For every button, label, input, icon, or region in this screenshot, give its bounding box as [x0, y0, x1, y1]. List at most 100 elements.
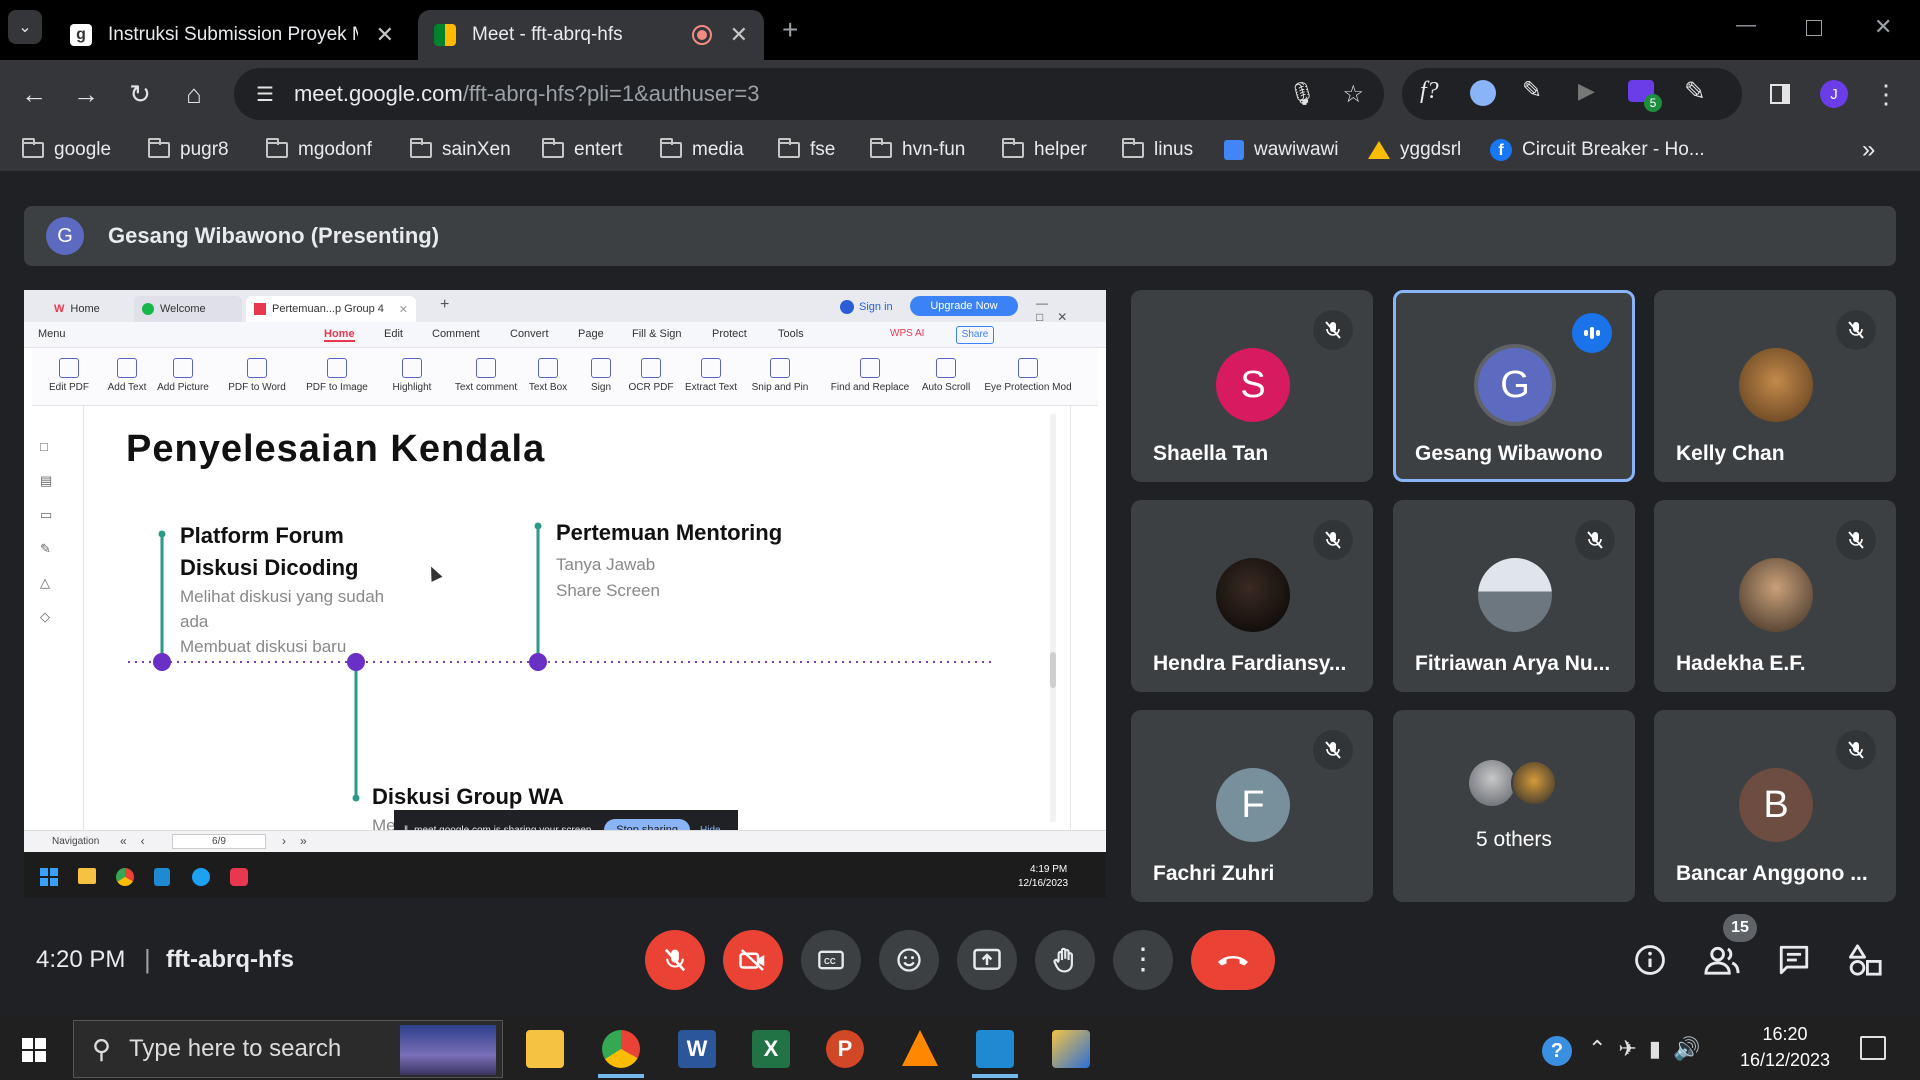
participant-tile[interactable]: Hadekha E.F. — [1654, 500, 1896, 692]
bookmark-linus[interactable]: linus — [1122, 136, 1193, 164]
profile-avatar[interactable]: J — [1820, 80, 1848, 108]
folder-icon — [870, 138, 892, 158]
close-window-icon[interactable]: ✕ — [1874, 14, 1892, 40]
activities-icon — [1849, 944, 1882, 976]
bookmark-yggdsrl[interactable]: yggdsrl — [1368, 136, 1461, 164]
star-icon[interactable]: ☆ — [1342, 80, 1364, 109]
play-extension-icon[interactable]: ▶ — [1578, 78, 1595, 104]
side-panel-icon[interactable] — [1760, 74, 1800, 114]
participant-tile[interactable]: Fitriawan Arya Nu... — [1393, 500, 1635, 692]
participant-name: Hendra Fardiansy... — [1153, 652, 1347, 675]
recording-icon — [691, 25, 712, 45]
tab-search-button[interactable]: ⌄ — [8, 10, 42, 44]
participant-tile[interactable]: S Shaella Tan — [1131, 290, 1373, 482]
folder-icon — [22, 138, 44, 158]
bookmark-sainxen[interactable]: sainXen — [410, 136, 511, 164]
bookmark-hvn-fun[interactable]: hvn-fun — [870, 136, 965, 164]
bookmark-pugr8[interactable]: pugr8 — [148, 136, 229, 164]
pen-extension-icon[interactable]: ✎ — [1522, 76, 1542, 105]
participant-tile[interactable]: B Bancar Anggono ... — [1654, 710, 1896, 902]
inner-status-bar: Navigation «‹ 6/9 ›» — [24, 830, 1106, 852]
more-options-button[interactable]: ⋮ — [1113, 930, 1173, 990]
vlc-icon[interactable] — [902, 1030, 938, 1066]
windows-start-icon[interactable] — [22, 1038, 46, 1062]
participant-avatar: F — [1216, 768, 1290, 842]
inner-vscode-icon — [154, 868, 170, 886]
meeting-clock: 4:20 PM — [36, 946, 126, 973]
present-button[interactable] — [957, 930, 1017, 990]
others-tile[interactable]: 5 others — [1393, 710, 1635, 902]
help-icon[interactable]: ? — [1542, 1036, 1572, 1066]
raise-hand-button[interactable] — [1035, 930, 1095, 990]
address-bar[interactable]: ☰ meet.google.com/fft-abrq-hfs?pli=1&aut… — [234, 68, 1384, 120]
participant-tile-speaking[interactable]: G Gesang Wibawono — [1393, 290, 1635, 482]
search-icon: ⚲ — [92, 1033, 112, 1064]
reload-icon[interactable]: ↻ — [120, 74, 160, 114]
vscode-icon[interactable] — [976, 1030, 1014, 1068]
close-tab-icon[interactable]: ✕ — [730, 22, 748, 48]
close-tab-icon[interactable]: ✕ — [376, 22, 394, 48]
chrome-icon[interactable] — [602, 1030, 640, 1068]
restore-icon[interactable] — [1806, 20, 1822, 36]
browser-tab-meet[interactable]: Meet - fft-abrq-hfs ✕ — [418, 10, 764, 60]
info-icon — [1635, 945, 1665, 975]
people-icon — [1704, 946, 1740, 975]
back-icon[interactable]: ← — [14, 74, 54, 114]
participant-tile[interactable]: F Fachri Zuhri — [1131, 710, 1373, 902]
captions-button[interactable]: CC — [801, 930, 861, 990]
word-icon[interactable]: W — [678, 1030, 716, 1068]
others-label: 5 others — [1476, 828, 1552, 851]
page-indicator: 6/9 — [172, 834, 266, 849]
shared-screen: W Home Welcome Pertemuan...p Group 4 ✕ + S… — [24, 290, 1106, 858]
microphone-icon[interactable]: 🎙 — [1288, 81, 1316, 107]
camera-toggle-button[interactable] — [723, 930, 783, 990]
chat-icon — [1779, 945, 1809, 975]
bookmark-wawiwawi[interactable]: wawiwawi — [1224, 136, 1338, 164]
people-button[interactable] — [1700, 938, 1744, 982]
powerpoint-icon[interactable]: P — [826, 1030, 864, 1068]
browser-tab-instruksi[interactable]: g Instruksi Submission Proyek Me ✕ — [54, 10, 410, 60]
new-tab-button[interactable]: + — [782, 14, 798, 46]
url-host: meet.google.com — [293, 81, 463, 106]
browser-toolbar: ← → ↻ ⌂ ☰ meet.google.com/fft-abrq-hfs?p… — [0, 60, 1920, 128]
folder-icon — [1122, 138, 1144, 158]
leave-call-button[interactable] — [1191, 930, 1275, 990]
mic-off-icon — [1836, 730, 1876, 770]
folder-icon — [542, 138, 564, 158]
participant-avatar: S — [1216, 348, 1290, 422]
meeting-details-button[interactable] — [1628, 938, 1672, 982]
notification-icon[interactable] — [1860, 1036, 1886, 1060]
inner-chrome-icon — [116, 868, 134, 886]
app-icon[interactable] — [1052, 1030, 1090, 1068]
puzzle-icon[interactable]: ✎ — [1684, 76, 1706, 107]
file-explorer-icon[interactable] — [526, 1030, 564, 1068]
reactions-button[interactable] — [879, 930, 939, 990]
bookmark-fse[interactable]: fse — [778, 136, 835, 164]
activities-button[interactable] — [1844, 938, 1888, 982]
chat-button[interactable] — [1772, 938, 1816, 982]
more-vert-icon[interactable]: ⋮ — [1866, 74, 1906, 114]
excel-icon[interactable]: X — [752, 1030, 790, 1068]
participant-tile[interactable]: Hendra Fardiansy... — [1131, 500, 1373, 692]
bookmark-helper[interactable]: helper — [1002, 136, 1087, 164]
home-icon[interactable]: ⌂ — [174, 74, 214, 114]
forward-icon[interactable]: → — [66, 74, 106, 114]
more-bookmarks-icon[interactable]: » — [1862, 136, 1875, 164]
bookmark-mgodonf[interactable]: mgodonf — [266, 136, 372, 164]
mic-toggle-button[interactable] — [645, 930, 705, 990]
browser-tab-strip: ⌄ g Instruksi Submission Proyek Me ✕ Mee… — [0, 0, 1920, 60]
bookmark-entert[interactable]: entert — [542, 136, 623, 164]
bookmark-google[interactable]: google — [22, 136, 111, 164]
formula-extension-icon[interactable]: f? — [1420, 78, 1439, 105]
taskbar-search-box[interactable]: ⚲ Type here to search — [73, 1020, 503, 1078]
bookmark-circuit-breaker[interactable]: f Circuit Breaker - Ho... — [1490, 136, 1705, 164]
tray-icons[interactable]: ⌃✈▮🔊 — [1588, 1036, 1712, 1062]
speaking-indicator-icon — [1572, 313, 1612, 353]
cursor-extension-icon[interactable] — [1470, 80, 1496, 106]
minimize-icon[interactable]: — — [1736, 14, 1756, 37]
bookmark-media[interactable]: media — [660, 136, 744, 164]
site-info-icon[interactable]: ☰ — [256, 82, 274, 107]
participant-tile[interactable]: Kelly Chan — [1654, 290, 1896, 482]
meet-favicon-icon — [434, 24, 456, 46]
inner-wps-icon — [230, 868, 248, 886]
